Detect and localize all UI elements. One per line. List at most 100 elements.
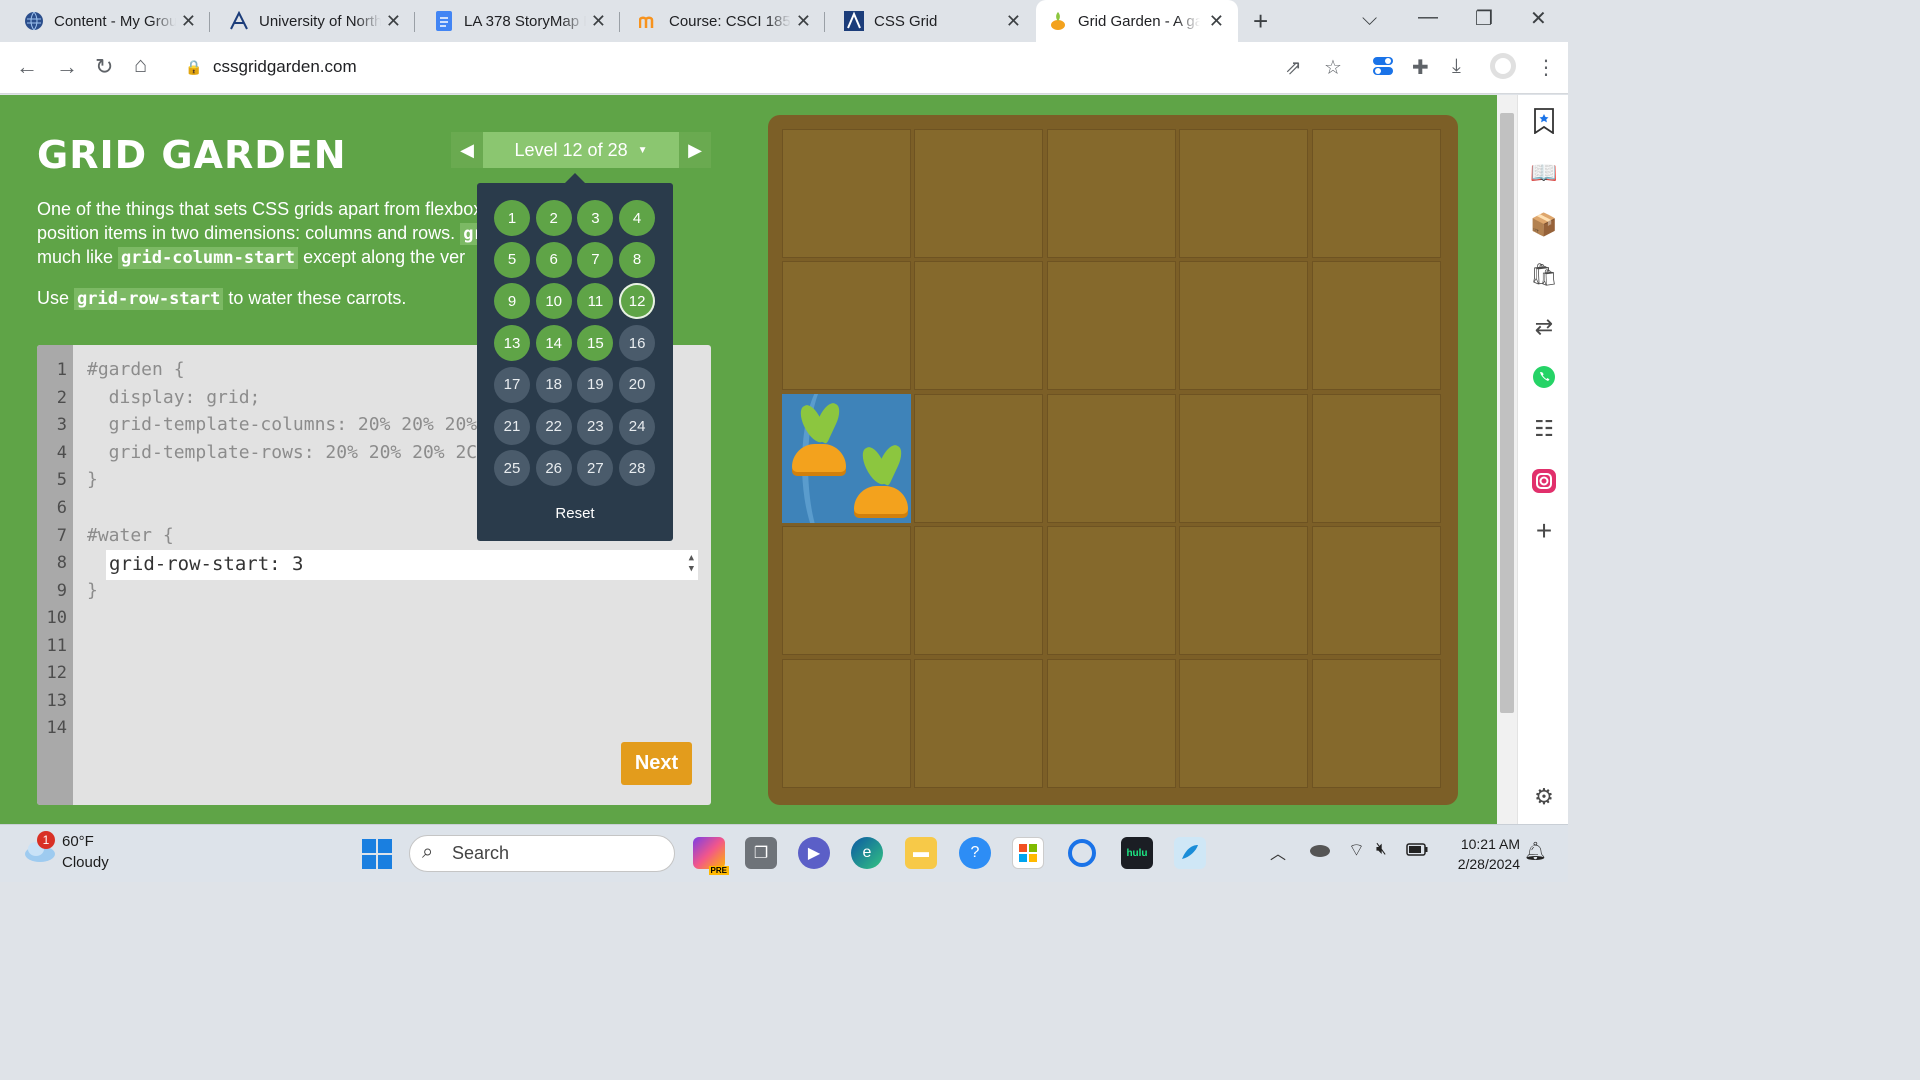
reset-button[interactable]: Reset (477, 505, 673, 522)
level-25-button[interactable]: 25 (494, 450, 530, 487)
download-icon[interactable]: ⤓ (1452, 55, 1461, 78)
chevron-up-icon[interactable]: ︿ (1270, 840, 1286, 864)
weather-temperature[interactable]: 60°F (62, 833, 94, 850)
extension-toggle-icon[interactable] (1372, 55, 1394, 83)
level-6-button[interactable]: 6 (535, 241, 572, 278)
level-11-button[interactable]: 11 (577, 283, 614, 320)
new-tab-button[interactable]: + (1253, 6, 1268, 37)
level-3-button[interactable]: 3 (577, 200, 614, 236)
forward-arrow-icon[interactable]: → (56, 54, 78, 80)
microsoft-store-icon[interactable] (1012, 837, 1044, 869)
level-24-button[interactable]: 24 (619, 408, 656, 445)
close-icon[interactable]: ✕ (591, 11, 606, 32)
avatar[interactable] (1490, 53, 1516, 85)
level-17-button[interactable]: 17 (494, 366, 530, 403)
level-4-button[interactable]: 4 (619, 200, 656, 236)
hulu-icon[interactable]: hulu (1121, 837, 1153, 869)
menu-icon[interactable]: ⋮ (1536, 55, 1556, 80)
back-arrow-icon[interactable]: ← (16, 54, 38, 80)
package-icon[interactable]: 📦 (1530, 211, 1558, 239)
level-1-button[interactable]: 1 (494, 200, 530, 236)
tab-storymap[interactable]: LA 378 StoryMap P ✕ (410, 0, 620, 42)
system-clock[interactable]: 10:21 AM 2/28/2024 (1440, 834, 1520, 874)
level-7-button[interactable]: 7 (577, 241, 614, 278)
tab-course[interactable]: Course: CSCI 185: ✕ (615, 0, 825, 42)
close-icon[interactable]: ✕ (796, 11, 811, 32)
level-27-button[interactable]: 27 (577, 450, 614, 487)
book-icon[interactable]: 📖 (1530, 159, 1558, 187)
level-10-button[interactable]: 10 (535, 283, 572, 320)
onedrive-icon[interactable] (1308, 843, 1330, 862)
teams-chat-icon[interactable]: ▶ (798, 837, 830, 869)
close-icon[interactable]: ✕ (1209, 11, 1224, 32)
level-9-button[interactable]: 9 (494, 283, 530, 320)
level-16-button[interactable]: 16 (619, 325, 656, 362)
taskbar-search[interactable]: ⌕ Search (409, 835, 675, 872)
level-22-button[interactable]: 22 (535, 408, 572, 445)
home-icon[interactable]: ⌂ (134, 52, 147, 78)
share-icon[interactable]: ⇗ (1285, 55, 1302, 80)
close-icon[interactable]: ✕ (386, 11, 401, 32)
resize-arrows-icon[interactable]: ▲ ▼ (689, 553, 694, 575)
next-button[interactable]: Next (621, 742, 692, 785)
chevron-down-icon[interactable]: ⌵ (1362, 8, 1377, 31)
level-5-button[interactable]: 5 (494, 241, 530, 278)
lock-icon[interactable]: 🔒 (185, 59, 202, 76)
help-icon[interactable]: ? (959, 837, 991, 869)
bookmark-star-icon[interactable] (1530, 107, 1558, 135)
bell-icon[interactable]: 🔔︎ (1524, 841, 1547, 862)
shopping-bag-icon[interactable]: 🛍 (1530, 261, 1558, 289)
close-icon[interactable]: ✕ (181, 11, 196, 32)
wifi-icon[interactable]: ⌔ (1348, 839, 1365, 862)
tab-university[interactable]: University of North ✕ (205, 0, 415, 42)
level-8-button[interactable]: 8 (619, 241, 656, 278)
level-12-button[interactable]: 12 (619, 283, 656, 320)
star-icon[interactable]: ☆ (1324, 55, 1342, 80)
translate-icon[interactable]: ⇄ (1530, 313, 1558, 341)
battery-icon[interactable] (1406, 843, 1428, 861)
address-bar[interactable]: cssgridgarden.com (213, 57, 357, 77)
tab-grid-garden[interactable]: Grid Garden - A ga ✕ (1036, 0, 1238, 42)
checklist-icon[interactable]: ☷ (1530, 415, 1558, 443)
speaker-muted-icon[interactable]: 🔇︎ (1376, 839, 1387, 859)
copilot-icon[interactable]: PRE (693, 837, 729, 875)
add-icon[interactable]: + (1530, 515, 1558, 546)
level-indicator[interactable]: Level 12 of 28 ▼ (483, 132, 679, 168)
previous-level-button[interactable]: ◀ (451, 132, 483, 168)
windows-start-icon[interactable] (362, 839, 392, 874)
tab-css-grid[interactable]: CSS Grid ✕ (820, 0, 1035, 42)
reload-icon[interactable]: ↻ (95, 54, 113, 80)
active-app-icon[interactable] (1174, 837, 1206, 869)
page-scrollbar[interactable] (1497, 95, 1517, 824)
file-explorer-icon[interactable]: ▬ (905, 837, 937, 869)
gear-icon[interactable]: ⚙ (1530, 783, 1558, 811)
level-14-button[interactable]: 14 (535, 325, 572, 362)
minimize-icon[interactable]: — (1418, 6, 1438, 29)
css-answer-input[interactable]: grid-row-start: 3 ▲ ▼ (106, 550, 698, 580)
scrollbar-thumb[interactable] (1500, 113, 1514, 713)
weather-description[interactable]: Cloudy (62, 854, 109, 871)
carrot (792, 443, 846, 472)
level-18-button[interactable]: 18 (535, 366, 572, 403)
puzzle-icon[interactable]: ✚ (1412, 55, 1429, 80)
level-21-button[interactable]: 21 (494, 408, 530, 445)
level-15-button[interactable]: 15 (577, 325, 614, 362)
edge-icon[interactable]: e (851, 837, 883, 869)
instagram-icon[interactable] (1530, 467, 1558, 495)
level-20-button[interactable]: 20 (619, 366, 656, 403)
whatsapp-icon[interactable] (1530, 363, 1558, 391)
level-13-button[interactable]: 13 (494, 325, 530, 362)
close-icon[interactable]: ✕ (1006, 11, 1021, 32)
next-level-button[interactable]: ▶ (679, 132, 711, 168)
level-26-button[interactable]: 26 (535, 450, 572, 487)
level-2-button[interactable]: 2 (535, 200, 572, 236)
level-19-button[interactable]: 19 (577, 366, 614, 403)
tab-content[interactable]: Content - My Group ✕ (0, 0, 210, 42)
restore-icon[interactable]: ❐ (1475, 6, 1493, 31)
level-23-button[interactable]: 23 (577, 408, 614, 445)
level-28-button[interactable]: 28 (619, 450, 656, 487)
cortana-icon[interactable] (1066, 837, 1098, 869)
garden-cell (1179, 658, 1309, 788)
task-view-icon[interactable]: ❐ (745, 837, 777, 869)
close-window-icon[interactable]: ✕ (1530, 6, 1547, 31)
